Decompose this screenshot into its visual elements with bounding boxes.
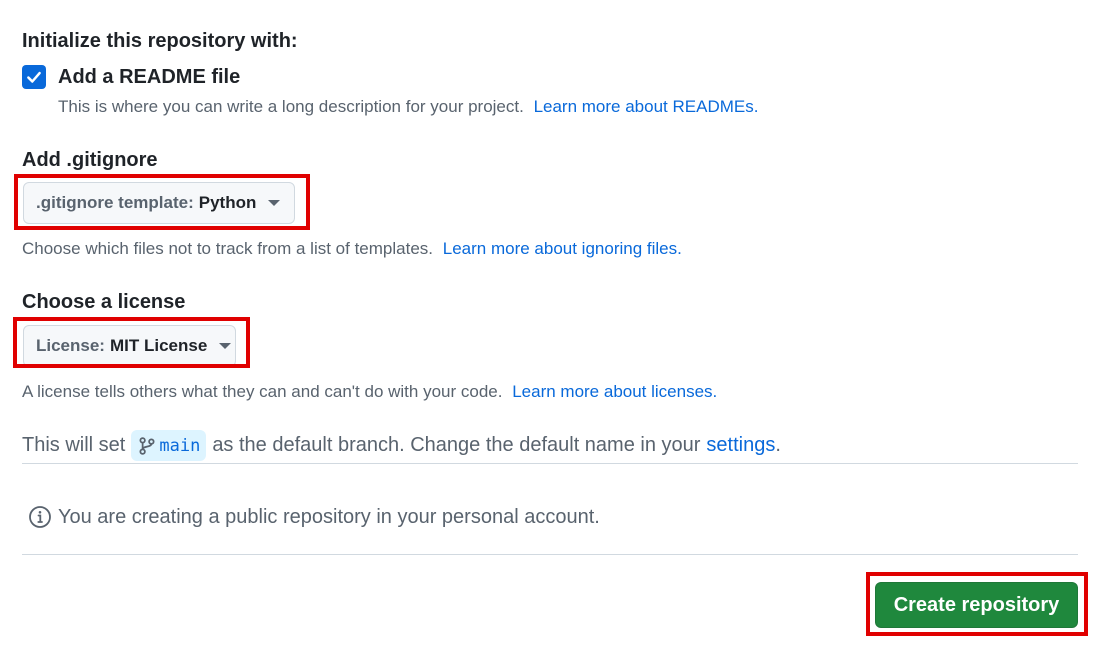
public-repo-notice: You are creating a public repository in …	[28, 505, 600, 529]
license-description-text: A license tells others what they can and…	[22, 382, 503, 401]
license-learn-more-link[interactable]: Learn more about licenses.	[512, 382, 717, 401]
branch-suffix-text: .	[775, 434, 781, 456]
caret-down-icon	[219, 343, 232, 349]
license-select-prefix: License:	[36, 336, 105, 355]
gitignore-select-prefix: .gitignore template:	[36, 193, 194, 212]
readme-checkbox[interactable]	[22, 65, 46, 89]
gitignore-heading: Add .gitignore	[22, 149, 158, 171]
divider-top	[22, 463, 1078, 464]
divider-bottom	[22, 554, 1078, 555]
license-description: A license tells others what they can and…	[22, 382, 717, 402]
license-select-value: MIT License	[109, 336, 208, 355]
branch-name: main	[159, 435, 201, 456]
git-branch-icon	[139, 436, 155, 455]
notice-text: You are creating a public repository in …	[58, 505, 600, 528]
readme-description: This is where you can write a long descr…	[58, 97, 758, 117]
create-repository-button[interactable]: Create repository	[875, 582, 1078, 628]
gitignore-select-value: Python	[198, 193, 257, 212]
readme-description-text: This is where you can write a long descr…	[58, 97, 524, 116]
caret-down-icon	[268, 200, 281, 206]
branch-prefix-text: This will set	[22, 434, 126, 456]
settings-link[interactable]: settings	[706, 434, 775, 457]
gitignore-learn-more-link[interactable]: Learn more about ignoring files.	[443, 239, 682, 258]
branch-middle-text: as the default branch. Change the defaul…	[212, 434, 701, 456]
init-heading: Initialize this repository with:	[22, 30, 298, 52]
default-branch-note: This will set main as the default branch…	[22, 430, 781, 461]
info-icon	[29, 506, 51, 528]
branch-name-chip: main	[131, 430, 207, 461]
readme-learn-more-link[interactable]: Learn more about READMEs.	[534, 97, 759, 116]
license-select[interactable]: License: MIT License	[23, 325, 236, 367]
gitignore-description: Choose which files not to track from a l…	[22, 239, 682, 259]
gitignore-template-select[interactable]: .gitignore template: Python	[23, 182, 295, 224]
repository-init-form: Initialize this repository with: Add a R…	[0, 0, 1093, 646]
gitignore-description-text: Choose which files not to track from a l…	[22, 239, 434, 258]
check-icon	[27, 71, 41, 83]
license-heading: Choose a license	[22, 291, 186, 313]
readme-label[interactable]: Add a README file	[58, 66, 240, 89]
